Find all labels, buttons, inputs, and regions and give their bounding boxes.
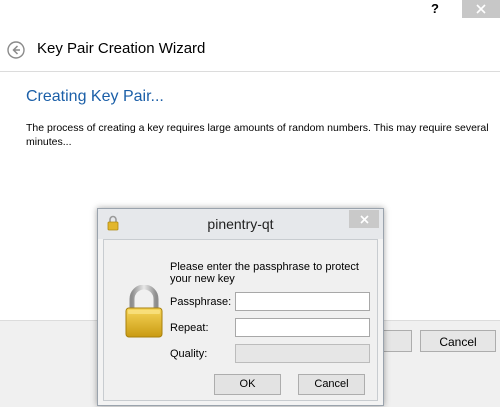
dialog-cancel-button[interactable]: Cancel — [298, 374, 365, 395]
wizard-header: Key Pair Creation Wizard — [0, 30, 500, 70]
back-arrow-icon[interactable] — [7, 41, 25, 59]
dialog-content: Please enter the passphrase to protect y… — [103, 239, 378, 401]
dialog-title: pinentry-qt — [207, 216, 274, 232]
passphrase-input[interactable] — [235, 292, 370, 311]
pinentry-dialog: pinentry-qt Please enter the passphrase … — [97, 208, 384, 406]
ok-button[interactable]: OK — [214, 374, 281, 395]
wizard-cancel-button[interactable]: Cancel — [420, 330, 496, 352]
header-divider — [0, 71, 500, 72]
window-title-bar: ? — [0, 0, 500, 20]
repeat-label: Repeat: — [170, 322, 209, 334]
close-icon — [476, 4, 486, 14]
wizard-title: Key Pair Creation Wizard — [37, 40, 206, 57]
repeat-input[interactable] — [235, 318, 370, 337]
window-close-button[interactable] — [462, 0, 500, 18]
page-heading: Creating Key Pair... — [26, 88, 164, 105]
padlock-icon — [125, 285, 163, 338]
dialog-title-bar: pinentry-qt — [98, 209, 383, 239]
quality-meter — [235, 344, 370, 363]
dialog-close-button[interactable] — [349, 210, 379, 228]
quality-label: Quality: — [170, 348, 208, 360]
page-description: The process of creating a key requires l… — [26, 122, 489, 148]
close-icon — [360, 215, 369, 224]
passphrase-label: Passphrase: — [170, 296, 232, 308]
prompt-text: Please enter the passphrase to protect y… — [170, 261, 359, 285]
help-button[interactable]: ? — [420, 0, 450, 18]
